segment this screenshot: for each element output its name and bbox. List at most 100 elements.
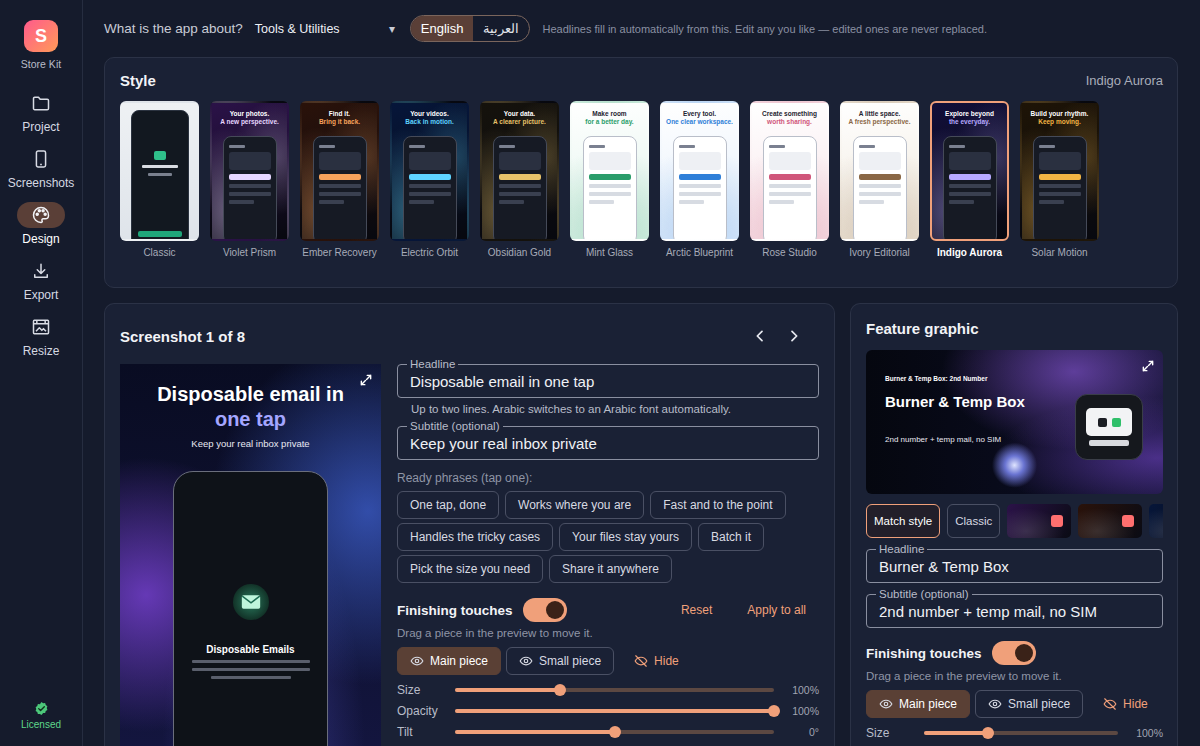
theme-headline-accent: Bring it back.	[319, 118, 360, 126]
caret-icon: ▾	[389, 22, 395, 36]
eye-icon	[519, 654, 533, 668]
slider-row: Size100%	[866, 722, 1163, 743]
banner-headline[interactable]: Burner & Temp Box	[885, 393, 1025, 410]
theme-option[interactable]: A little space.A fresh perspective.Ivory…	[840, 101, 919, 258]
piece-option[interactable]: Hide	[1088, 690, 1161, 718]
app-icon[interactable]	[1075, 394, 1143, 460]
chevron-right-icon[interactable]	[786, 328, 802, 344]
theme-thumbnail[interactable]: Make roomfor a better day.	[570, 101, 649, 241]
feature-style-thumbnail[interactable]	[1149, 504, 1163, 538]
piece-option[interactable]: Small piece	[506, 647, 614, 675]
feature-graphic-preview[interactable]: Burner & Temp Box: 2nd Number Burner & Te…	[866, 350, 1163, 494]
banner-eyebrow: Burner & Temp Box: 2nd Number	[885, 375, 1025, 382]
theme-option[interactable]: Make roomfor a better day.Mint Glass	[570, 101, 649, 258]
preview-phone[interactable]: Disposable Emails	[173, 471, 328, 746]
theme-headline-accent: A clearer picture.	[493, 118, 546, 126]
theme-thumbnail[interactable]	[120, 101, 199, 241]
piece-option[interactable]: Main piece	[866, 690, 970, 718]
theme-option[interactable]: Explore beyondthe everyday.Indigo Aurora	[930, 101, 1009, 258]
theme-headline-accent: for a better day.	[585, 118, 633, 126]
theme-headline-accent: A fresh perspective.	[849, 118, 911, 126]
finishing-toggle[interactable]	[523, 598, 567, 622]
feature-style-option[interactable]: Classic	[947, 504, 1000, 538]
reset-button[interactable]: Reset	[681, 603, 712, 617]
theme-thumbnail[interactable]: Your data.A clearer picture.	[480, 101, 559, 241]
phrase-chip[interactable]: Share it anywhere	[549, 555, 672, 583]
feature-headline-field[interactable]: HeadlineBurner & Temp Box	[866, 549, 1163, 583]
sidebar-item[interactable]: Project	[17, 90, 65, 134]
theme-thumbnail[interactable]: Find it.Bring it back.	[300, 101, 379, 241]
phrase-chip[interactable]: Works where you are	[505, 491, 644, 519]
slider[interactable]	[455, 709, 774, 713]
slider[interactable]	[455, 730, 774, 734]
theme-option[interactable]: Classic	[120, 101, 199, 258]
theme-list: ClassicYour photos.A new perspective.Vio…	[120, 101, 1163, 258]
piece-option[interactable]: Small piece	[975, 690, 1083, 718]
theme-option[interactable]: Build your rhythm.Keep moving.Solar Moti…	[1020, 101, 1099, 258]
panel-title: Feature graphic	[866, 320, 979, 337]
preview-headline[interactable]: Disposable email inone tap	[157, 382, 344, 432]
verified-check-icon	[34, 701, 49, 716]
eye-icon	[410, 654, 424, 668]
headline-field[interactable]: HeadlineDisposable email in one tap	[397, 364, 819, 398]
theme-thumbnail[interactable]: Every tool.One clear workspace.	[660, 101, 739, 241]
download-icon	[31, 261, 51, 281]
theme-thumbnail[interactable]: Create somethingworth sharing.	[750, 101, 829, 241]
phrase-chip[interactable]: One tap, done	[397, 491, 499, 519]
slider-row: Opacity100%	[397, 700, 819, 721]
app-logo[interactable]: S	[24, 20, 58, 52]
theme-thumbnail[interactable]: Build your rhythm.Keep moving.	[1020, 101, 1099, 241]
feature-style-thumbnail[interactable]	[1007, 504, 1071, 538]
phrases-label: Ready phrases (tap one):	[397, 471, 819, 485]
piece-option[interactable]: Main piece	[397, 647, 501, 675]
mini-phone	[1033, 136, 1087, 241]
feature-style-option[interactable]: Match style	[866, 504, 940, 538]
sidebar-item[interactable]: Resize	[17, 314, 65, 358]
expand-icon[interactable]	[1141, 359, 1155, 373]
chevron-left-icon[interactable]	[752, 328, 768, 344]
sidebar-item[interactable]: Export	[17, 258, 65, 302]
theme-headline-accent: Keep moving.	[1038, 118, 1081, 126]
apply-all-button[interactable]: Apply to all	[747, 603, 806, 617]
piece-option[interactable]: Hide	[619, 647, 692, 675]
theme-option[interactable]: Create somethingworth sharing.Rose Studi…	[750, 101, 829, 258]
theme-thumbnail[interactable]: A little space.A fresh perspective.	[840, 101, 919, 241]
theme-thumbnail[interactable]: Your videos.Back in motion.	[390, 101, 469, 241]
category-select[interactable]: Tools & Utilities▾	[255, 22, 395, 36]
screenshot-preview[interactable]: Disposable email inone tap Keep your real…	[120, 364, 381, 746]
theme-option[interactable]: Find it.Bring it back.Ember Recovery	[300, 101, 379, 258]
theme-thumbnail[interactable]: Explore beyondthe everyday.	[930, 101, 1009, 241]
phrase-chip[interactable]: Batch it	[698, 523, 764, 551]
theme-option[interactable]: Your videos.Back in motion.Electric Orbi…	[390, 101, 469, 258]
theme-option[interactable]: Your photos.A new perspective.Violet Pri…	[210, 101, 289, 258]
phrase-chip[interactable]: Your files stay yours	[559, 523, 692, 551]
expand-icon[interactable]	[359, 373, 373, 387]
finishing-label: Finishing touches	[397, 603, 513, 618]
sidebar-item[interactable]: Screenshots	[8, 146, 75, 190]
phrase-chip[interactable]: Fast and to the point	[650, 491, 785, 519]
theme-headline: Create something	[762, 110, 817, 118]
slider[interactable]	[924, 731, 1118, 735]
screenshot-form: HeadlineDisposable email in one tapUp to…	[397, 364, 819, 746]
phrase-chip[interactable]: Handles the tricky cases	[397, 523, 553, 551]
preview-subtitle[interactable]: Keep your real inbox private	[191, 438, 309, 449]
current-style: Indigo Aurora	[1086, 73, 1163, 88]
feature-subtitle-field[interactable]: Subtitle (optional)2nd number + temp mai…	[866, 594, 1163, 628]
language-option[interactable]: العربية	[473, 16, 529, 41]
category-label: What is the app about?	[104, 21, 243, 36]
feature-style-thumbnail[interactable]	[1078, 504, 1142, 538]
editor-row: Screenshot 1 of 8Disposable email inone …	[104, 303, 1178, 746]
finishing-toggle[interactable]	[992, 641, 1036, 665]
slider[interactable]	[455, 688, 774, 692]
theme-option[interactable]: Your data.A clearer picture.Obsidian Gol…	[480, 101, 559, 258]
phrase-chip[interactable]: Pick the size you need	[397, 555, 543, 583]
theme-option[interactable]: Every tool.One clear workspace.Arctic Bl…	[660, 101, 739, 258]
language-option[interactable]: English	[411, 16, 474, 41]
sidebar-item[interactable]: Design	[17, 202, 65, 246]
banner-subtitle[interactable]: 2nd number + temp mail, no SIM	[885, 435, 1025, 444]
resize-icon	[31, 317, 51, 337]
theme-thumbnail[interactable]: Your photos.A new perspective.	[210, 101, 289, 241]
eye-off-icon	[1103, 697, 1117, 711]
subtitle-field[interactable]: Subtitle (optional)Keep your real inbox …	[397, 426, 819, 460]
theme-headline: Your data.	[504, 110, 535, 118]
